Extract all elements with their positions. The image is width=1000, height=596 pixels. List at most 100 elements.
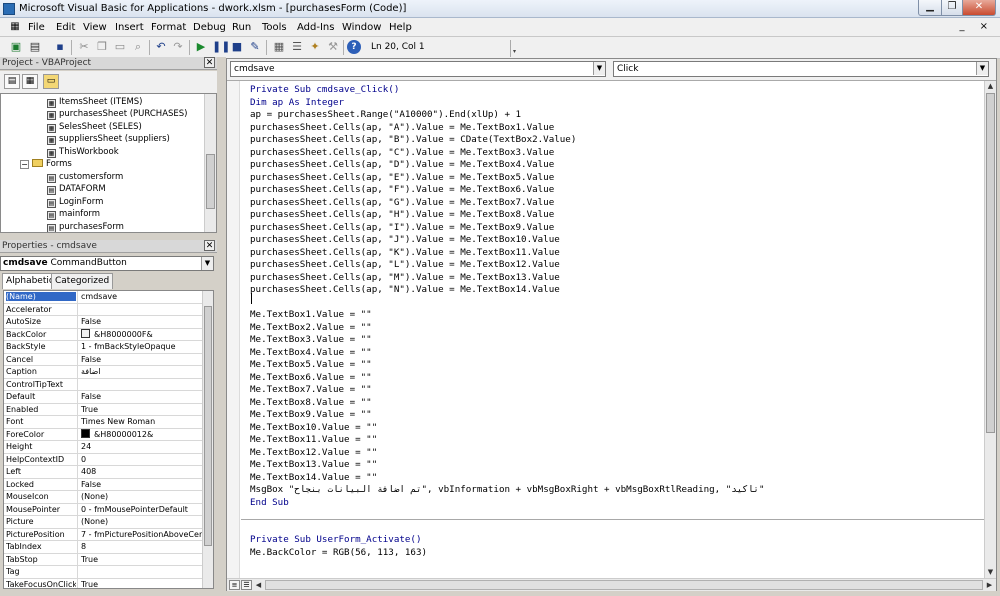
code-line[interactable]: Me.TextBox2.Value = "": [250, 322, 372, 335]
property-row[interactable]: ForeColor &H80000012&: [4, 428, 203, 441]
code-scrollbar[interactable]: ▲ ▼: [984, 81, 996, 578]
view-object-icon[interactable]: ▦: [22, 74, 38, 89]
chevron-down-icon[interactable]: ▼: [976, 62, 988, 75]
code-line[interactable]: Me.TextBox5.Value = "": [250, 359, 372, 372]
property-value[interactable]: (None): [77, 516, 203, 528]
code-line[interactable]: Dim ap As Integer: [250, 97, 344, 110]
property-row[interactable]: AutoSize False: [4, 316, 203, 329]
code-line[interactable]: Me.TextBox7.Value = "": [250, 384, 372, 397]
menu-debug[interactable]: Debug: [193, 22, 226, 33]
property-value[interactable]: Times New Roman: [77, 416, 203, 428]
help-icon[interactable]: ?: [347, 40, 361, 54]
code-line[interactable]: MsgBox "تم اضافة البيانات بنجاح", vbInfo…: [250, 484, 764, 497]
property-row[interactable]: Tag: [4, 566, 203, 579]
menu-view[interactable]: View: [83, 22, 107, 33]
property-value[interactable]: (None): [77, 491, 203, 503]
tree-item-customersform[interactable]: ▤ customersform: [47, 171, 123, 183]
scroll-left-icon[interactable]: ◀: [253, 580, 264, 591]
property-row[interactable]: Accelerator: [4, 303, 203, 316]
property-value[interactable]: 1 - fmBackStyleOpaque: [77, 341, 203, 353]
tree-item-itemssheet[interactable]: ▦ ItemsSheet (ITEMS): [47, 96, 143, 108]
reset-icon[interactable]: ■: [230, 40, 244, 54]
copy-icon[interactable]: ❐: [95, 40, 109, 54]
menu-run[interactable]: Run: [232, 22, 251, 33]
property-row[interactable]: HelpContextID 0: [4, 453, 203, 466]
object-combo[interactable]: cmdsave ▼: [230, 61, 606, 77]
chevron-down-icon[interactable]: ▼: [201, 257, 213, 270]
code-window-icon[interactable]: ▦: [8, 20, 22, 34]
property-row[interactable]: Locked False: [4, 478, 203, 491]
mdi-window-controls[interactable]: _ ×: [959, 21, 994, 32]
property-row[interactable]: TabStop True: [4, 553, 203, 566]
object-browser-icon[interactable]: ✦: [308, 40, 322, 54]
property-row[interactable]: BackColor &H8000000F&: [4, 328, 203, 341]
code-line[interactable]: purchasesSheet.Cells(ap, "G").Value = Me…: [250, 197, 554, 210]
menu-file[interactable]: File: [28, 22, 45, 33]
restore-button[interactable]: ❐: [941, 0, 963, 16]
redo-icon[interactable]: ↷: [171, 40, 185, 54]
properties-window-icon[interactable]: ☰: [290, 40, 304, 54]
tree-item-loginform[interactable]: ▤ LoginForm: [47, 196, 103, 208]
code-line[interactable]: Private Sub UserForm_Activate(): [250, 534, 421, 547]
full-module-view-icon[interactable]: ☰: [241, 580, 252, 590]
code-line[interactable]: Me.TextBox1.Value = "": [250, 309, 372, 322]
code-line[interactable]: Private Sub cmdsave_Click(): [250, 84, 399, 97]
code-line[interactable]: purchasesSheet.Cells(ap, "M").Value = Me…: [250, 272, 560, 285]
undo-icon[interactable]: ↶: [154, 40, 168, 54]
forms-collapse-icon[interactable]: −: [20, 160, 29, 169]
property-value[interactable]: False: [77, 391, 203, 403]
menu-addins[interactable]: Add-Ins: [297, 22, 334, 33]
scroll-up-icon[interactable]: ▲: [985, 81, 996, 92]
property-value[interactable]: 0: [77, 453, 203, 466]
property-value[interactable]: اضافة: [77, 366, 203, 378]
toolbar-options-icon[interactable]: ▾: [510, 40, 518, 57]
menu-help[interactable]: Help: [389, 22, 412, 33]
code-line[interactable]: Me.TextBox14.Value = "": [250, 472, 377, 485]
procedure-combo[interactable]: Click ▼: [613, 61, 989, 77]
property-row[interactable]: Font Times New Roman: [4, 416, 203, 429]
property-row[interactable]: BackStyle 1 - fmBackStyleOpaque: [4, 341, 203, 354]
property-value[interactable]: [77, 378, 203, 391]
project-tree-scroll-thumb[interactable]: [206, 154, 215, 209]
menu-tools[interactable]: Tools: [262, 22, 287, 33]
margin-indicator-bar[interactable]: [227, 81, 240, 578]
menu-edit[interactable]: Edit: [56, 22, 75, 33]
property-row[interactable]: (Name) cmdsave: [4, 291, 203, 304]
tab-alphabetic[interactable]: Alphabetic: [2, 273, 58, 289]
code-editor[interactable]: Private Sub cmdsave_Click() Dim ap As Int…: [227, 81, 984, 578]
tree-item-purchasessheet[interactable]: ▦ purchasesSheet (PURCHASES): [47, 108, 188, 120]
property-value[interactable]: True: [77, 403, 203, 416]
properties-object-dropdown[interactable]: cmdsave CommandButton ▼: [0, 256, 214, 271]
property-value[interactable]: 8: [77, 541, 203, 553]
tree-item-dataform[interactable]: ▤ DATAFORM: [47, 183, 106, 195]
run-icon[interactable]: ▶: [194, 40, 208, 54]
property-value[interactable]: False: [77, 316, 203, 328]
property-row[interactable]: Default False: [4, 391, 203, 404]
find-icon[interactable]: ⌕: [131, 40, 145, 54]
property-value[interactable]: False: [77, 478, 203, 491]
code-line[interactable]: purchasesSheet.Cells(ap, "C").Value = Me…: [250, 147, 554, 160]
tree-item-forms-folder[interactable]: Forms: [32, 158, 72, 170]
property-row[interactable]: MousePointer 0 - fmMousePointerDefault: [4, 503, 203, 516]
paste-icon[interactable]: ▭: [113, 40, 127, 54]
scroll-down-icon[interactable]: ▼: [985, 567, 996, 578]
property-value[interactable]: 7 - fmPicturePositionAboveCenter: [77, 528, 203, 541]
code-line[interactable]: Me.TextBox8.Value = "": [250, 397, 372, 410]
code-line[interactable]: Me.TextBox13.Value = "": [250, 459, 377, 472]
menu-format[interactable]: Format: [151, 22, 186, 33]
menu-window[interactable]: Window: [342, 22, 381, 33]
property-row[interactable]: Height 24: [4, 441, 203, 454]
vba-app-icon[interactable]: [3, 3, 15, 15]
code-line[interactable]: purchasesSheet.Cells(ap, "L").Value = Me…: [250, 259, 560, 272]
property-value[interactable]: 24: [77, 441, 203, 453]
minimize-button[interactable]: ▁: [918, 0, 942, 16]
break-icon[interactable]: ❚❚: [212, 40, 230, 54]
insert-userform-icon[interactable]: ▤: [28, 40, 42, 54]
project-tree-scrollbar[interactable]: [204, 94, 216, 232]
property-value[interactable]: 408: [77, 466, 203, 478]
code-line[interactable]: purchasesSheet.Cells(ap, "J").Value = Me…: [250, 234, 560, 247]
procedure-view-icon[interactable]: ≡: [229, 580, 240, 590]
cut-icon[interactable]: ✂: [77, 40, 91, 54]
code-line[interactable]: purchasesSheet.Cells(ap, "I").Value = Me…: [250, 222, 554, 235]
view-excel-icon[interactable]: ▣: [9, 40, 23, 54]
